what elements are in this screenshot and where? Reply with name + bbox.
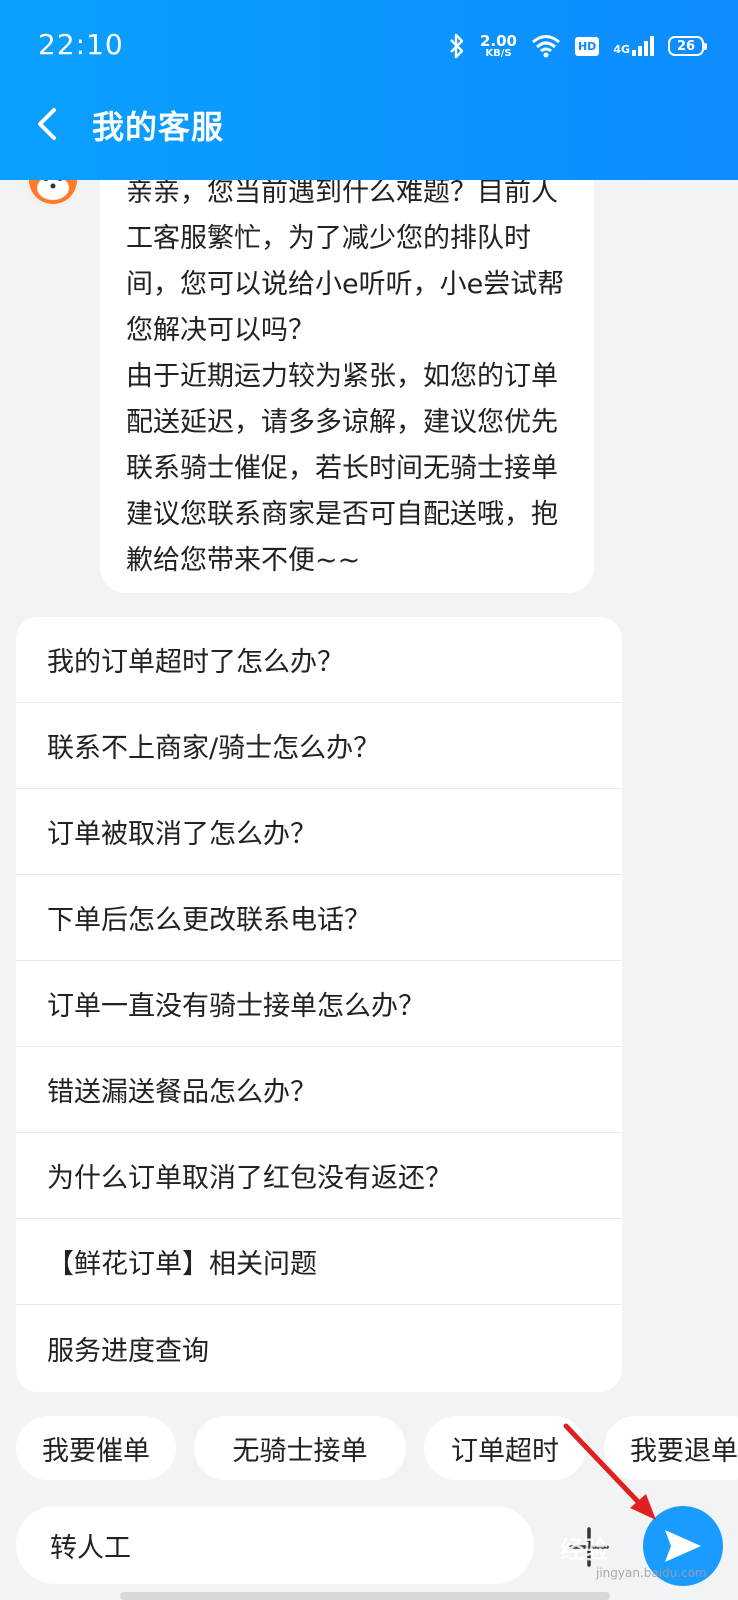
watermark-logo: 经验 (560, 1536, 608, 1564)
faq-item[interactable]: 我的订单超时了怎么办？ (16, 617, 622, 703)
faq-item[interactable]: 下单后怎么更改联系电话？ (16, 875, 622, 961)
agent-message-bubble: 亲亲，您当前遇到什么难题？目前人工客服繁忙，为了减少您的排队时间，您可以说给小e… (100, 150, 594, 593)
status-time: 22:10 (38, 28, 124, 61)
quick-reply-chip[interactable]: 我要催单 (16, 1416, 176, 1480)
title-bar: 我的客服 (0, 90, 738, 180)
faq-item[interactable]: 订单被取消了怎么办？ (16, 789, 622, 875)
faq-list: 我的订单超时了怎么办？ 联系不上商家/骑士怎么办？ 订单被取消了怎么办？ 下单后… (16, 617, 622, 1392)
faq-item[interactable]: 为什么订单取消了红包没有返还？ (16, 1133, 622, 1219)
quick-reply-chip[interactable]: 无骑士接单 (194, 1416, 406, 1480)
signal-bars-icon (632, 36, 654, 56)
watermark-url: jingyan.baidu.com (596, 1566, 707, 1580)
send-icon (665, 1530, 701, 1562)
annotation-arrow-icon (563, 1423, 656, 1520)
home-indicator (120, 1592, 610, 1600)
network-speed: 2.00 KB/S (479, 31, 517, 59)
agent-message-text: 亲亲，您当前遇到什么难题？目前人工客服繁忙，为了减少您的排队时间，您可以说给小e… (126, 177, 565, 576)
page-title: 我的客服 (92, 108, 225, 146)
network-type: 4G (613, 43, 630, 56)
signal-indicator: 4G (613, 36, 654, 56)
faq-item[interactable]: 服务进度查询 (16, 1305, 622, 1391)
app-header: 22:10 2.00 KB/S HD 4G 26 我的客服 (0, 0, 738, 180)
message-input[interactable] (16, 1506, 534, 1584)
faq-item[interactable]: 【鲜花订单】相关问题 (16, 1219, 622, 1305)
status-icons: 2.00 KB/S HD 4G 26 (448, 30, 707, 62)
battery-level: 26 (676, 38, 696, 54)
hd-badge: HD (574, 36, 600, 56)
status-bar: 22:10 2.00 KB/S HD 4G 26 (0, 0, 738, 90)
back-icon[interactable] (30, 104, 70, 144)
bluetooth-icon (450, 33, 464, 59)
faq-item[interactable]: 订单一直没有骑士接单怎么办？ (16, 961, 622, 1047)
wifi-icon (532, 35, 560, 58)
faq-item[interactable]: 联系不上商家/骑士怎么办？ (16, 703, 622, 789)
faq-item[interactable]: 错送漏送餐品怎么办？ (16, 1047, 622, 1133)
battery-icon: 26 (668, 36, 707, 56)
